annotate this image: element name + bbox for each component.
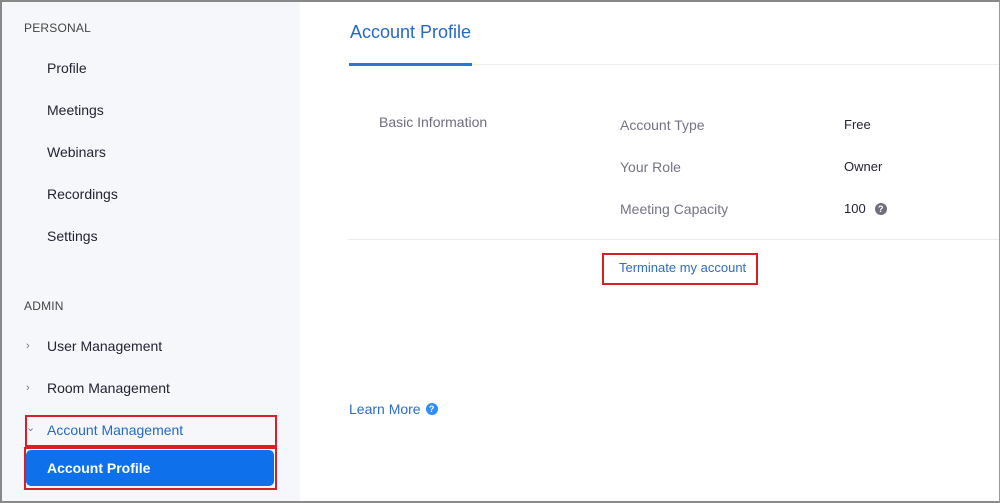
help-icon: ?	[425, 403, 438, 415]
chevron-down-icon: ⌄	[26, 421, 36, 434]
learn-more-link[interactable]: Learn More ?	[349, 401, 438, 417]
learn-more-text: Learn More	[349, 401, 421, 417]
help-icon[interactable]: ?	[874, 202, 887, 215]
sidebar-item-label: User Management	[47, 338, 163, 354]
meeting-capacity-label: Meeting Capacity	[620, 201, 729, 217]
chevron-right-icon: ›	[26, 382, 30, 394]
your-role-value: Owner	[844, 159, 882, 174]
account-type-value: Free	[844, 117, 871, 132]
sidebar-item-account-profile[interactable]: Account Profile	[26, 450, 274, 486]
page-title[interactable]: Account Profile	[350, 22, 471, 43]
section-divider	[348, 239, 999, 240]
sidebar-item-room-management[interactable]: › Room Management	[26, 380, 170, 396]
tab-divider	[472, 64, 999, 65]
sidebar-item-label: Room Management	[47, 380, 170, 396]
section-heading-basic-information: Basic Information	[379, 114, 488, 130]
meeting-capacity-text: 100	[844, 201, 866, 216]
section-label-admin: ADMIN	[24, 299, 64, 313]
sidebar-item-label: Account Management	[47, 422, 184, 438]
account-type-label: Account Type	[620, 117, 705, 133]
your-role-text: Owner	[844, 159, 883, 174]
sidebar-item-recordings[interactable]: Recordings	[47, 186, 118, 202]
sidebar-item-settings[interactable]: Settings	[47, 228, 98, 244]
meeting-capacity-value: 100 ?	[844, 201, 887, 216]
terminate-account-link[interactable]: Terminate my account	[619, 260, 746, 275]
account-type-text: Free	[844, 117, 871, 132]
your-role-label: Your Role	[620, 159, 681, 175]
sidebar-item-user-management[interactable]: › User Management	[26, 338, 162, 354]
section-label-personal: PERSONAL	[24, 21, 91, 35]
sidebar-item-webinars[interactable]: Webinars	[47, 144, 106, 160]
sidebar-item-account-management[interactable]: ⌄ Account Management	[26, 421, 184, 439]
sidebar-item-meetings[interactable]: Meetings	[47, 102, 104, 118]
chevron-right-icon: ›	[26, 340, 30, 352]
sidebar-item-profile[interactable]: Profile	[47, 60, 87, 76]
active-tab-indicator	[349, 63, 472, 66]
window-frame: PERSONAL Profile Meetings Webinars Recor…	[0, 0, 1000, 503]
sidebar: PERSONAL Profile Meetings Webinars Recor…	[2, 2, 300, 501]
main-content: Account Profile Basic Information Accoun…	[300, 2, 999, 501]
